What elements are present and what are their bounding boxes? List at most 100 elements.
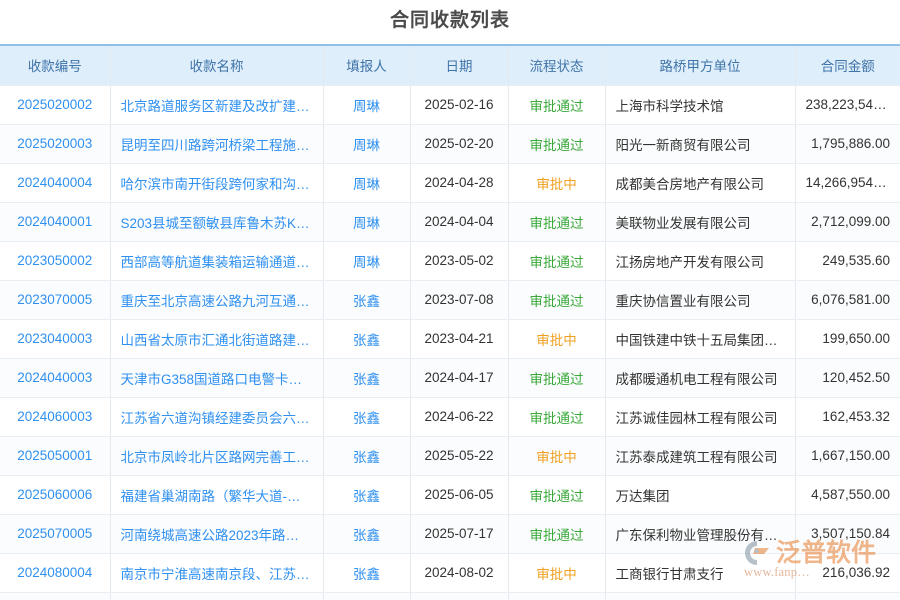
table-row[interactable]: 2024040004哈尔滨市南开街段跨何家和沟…周琳2024-04-28审批中成… — [0, 163, 900, 202]
status-badge: 审批通过 — [508, 592, 605, 600]
cell-code[interactable]: 2023040003 — [0, 319, 110, 358]
cell-code[interactable]: 2024080004 — [0, 553, 110, 592]
table-row[interactable]: 2025020003昆明至四川路跨河桥梁工程施…周琳2025-02-20审批通过… — [0, 124, 900, 163]
cell-name[interactable]: 昆明至四川路跨河桥梁工程施… — [110, 124, 323, 163]
cell-code[interactable]: 2024040001 — [0, 202, 110, 241]
table-row[interactable]: 2025070005河南绕城高速公路2023年路面…张鑫2025-07-17审批… — [0, 514, 900, 553]
cell-name[interactable]: 南京市宁淮高速南京段、江苏… — [110, 553, 323, 592]
cell-date: 2025-06-05 — [410, 475, 508, 514]
cell-party: 江苏泰成建筑工程有限公司 — [605, 436, 795, 475]
status-badge: 审批中 — [508, 163, 605, 202]
column-header-person[interactable]: 填报人 — [323, 46, 410, 85]
status-badge: 审批中 — [508, 553, 605, 592]
cell-person[interactable]: 张鑫 — [323, 358, 410, 397]
cell-amount: 14,266,954.67 — [795, 163, 900, 202]
cell-person[interactable]: 张鑫 — [323, 553, 410, 592]
cell-amount: 3,507,150.84 — [795, 514, 900, 553]
data-grid-container: 收款编号 收款名称 填报人 日期 流程状态 路桥甲方单位 合同金额 202502… — [0, 44, 900, 600]
cell-code[interactable]: 2024040003 — [0, 358, 110, 397]
cell-party: 天津应急管理局 — [605, 592, 795, 600]
table-row[interactable]: 2025050001北京市凤岭北片区路网完善工…张鑫2025-05-22审批中江… — [0, 436, 900, 475]
cell-person[interactable]: 周琳 — [323, 241, 410, 280]
cell-person[interactable]: 胡广生 — [323, 592, 410, 600]
cell-party: 中国铁建中铁十五局集团… — [605, 319, 795, 358]
cell-amount: 199,650.00 — [795, 319, 900, 358]
table-row[interactable]: 2024060003江苏省六道沟镇经建委员会六…张鑫2024-06-22审批通过… — [0, 397, 900, 436]
column-header-status[interactable]: 流程状态 — [508, 46, 605, 85]
cell-person[interactable]: 张鑫 — [323, 514, 410, 553]
cell-person[interactable]: 周琳 — [323, 163, 410, 202]
cell-name[interactable]: 天津市G358国道路口电警卡口… — [110, 358, 323, 397]
status-badge: 审批通过 — [508, 397, 605, 436]
table-row[interactable]: 2024040003天津市G358国道路口电警卡口…张鑫2024-04-17审批… — [0, 358, 900, 397]
cell-code[interactable]: 2024080004 — [0, 592, 110, 600]
cell-code[interactable]: 2024040004 — [0, 163, 110, 202]
cell-name[interactable]: S203县城至额敏县库鲁木苏K0… — [110, 202, 323, 241]
table-row[interactable]: 2024040001S203县城至额敏县库鲁木苏K0…周琳2024-04-04审… — [0, 202, 900, 241]
cell-party: 工商银行甘肃支行 — [605, 553, 795, 592]
cell-party: 重庆协信置业有限公司 — [605, 280, 795, 319]
cell-name[interactable]: 西部高等航道集装箱运输通道… — [110, 241, 323, 280]
cell-person[interactable]: 张鑫 — [323, 475, 410, 514]
page-title: 合同收款列表 — [0, 0, 900, 44]
cell-party: 江扬房地产开发有限公司 — [605, 241, 795, 280]
cell-code[interactable]: 2025050001 — [0, 436, 110, 475]
cell-person[interactable]: 张鑫 — [323, 436, 410, 475]
table-header: 收款编号 收款名称 填报人 日期 流程状态 路桥甲方单位 合同金额 — [0, 46, 900, 85]
cell-code[interactable]: 2023050002 — [0, 241, 110, 280]
cell-person[interactable]: 张鑫 — [323, 319, 410, 358]
cell-amount: 1,795,886.00 — [795, 124, 900, 163]
status-badge: 审批通过 — [508, 241, 605, 280]
cell-name[interactable]: 重庆至北京高速公路九河互通… — [110, 280, 323, 319]
cell-amount: 6,076,581.00 — [795, 280, 900, 319]
cell-code[interactable]: 2025060006 — [0, 475, 110, 514]
cell-party: 广东保利物业管理股份有… — [605, 514, 795, 553]
contract-receipt-list-page: 合同收款列表 收款编号 收款名称 填报人 日期 流程状态 路桥甲方单位 — [0, 0, 900, 600]
column-header-code[interactable]: 收款编号 — [0, 46, 110, 85]
cell-date: 2023-04-21 — [410, 319, 508, 358]
cell-name[interactable]: 哈尔滨市南开街段跨何家和沟… — [110, 163, 323, 202]
cell-person[interactable]: 周琳 — [323, 124, 410, 163]
cell-party: 成都暖通机电工程有限公司 — [605, 358, 795, 397]
cell-amount: 2,712,099.00 — [795, 202, 900, 241]
cell-person[interactable]: 周琳 — [323, 202, 410, 241]
status-badge: 审批通过 — [508, 85, 605, 124]
table-row[interactable]: 2025020002北京路道服务区新建及改扩建…周琳2025-02-16审批通过… — [0, 85, 900, 124]
cell-name[interactable]: 福建省巢湖南路（繁华大道-锦… — [110, 475, 323, 514]
status-badge: 审批通过 — [508, 280, 605, 319]
cell-name[interactable]: 北京市凤岭北片区路网完善工… — [110, 436, 323, 475]
cell-name[interactable]: 江苏省六道沟镇经建委员会六… — [110, 397, 323, 436]
table-row[interactable]: 2024080004南京市宁淮高速南京段、江苏…张鑫2024-08-02审批中工… — [0, 553, 900, 592]
cell-party: 上海市科学技术馆 — [605, 85, 795, 124]
table-row[interactable]: 2023040003山西省太原市汇通北街道路建…张鑫2023-04-21审批中中… — [0, 319, 900, 358]
cell-name[interactable]: 北京路道服务区新建及改扩建… — [110, 85, 323, 124]
table-row[interactable]: 2024080004328国道城东至温峤段公路扩建…胡广生2024-08-07审… — [0, 592, 900, 600]
column-header-date[interactable]: 日期 — [410, 46, 508, 85]
cell-date: 2025-05-22 — [410, 436, 508, 475]
cell-person[interactable]: 周琳 — [323, 85, 410, 124]
table-row[interactable]: 2023050002西部高等航道集装箱运输通道…周琳2023-05-02审批通过… — [0, 241, 900, 280]
cell-name[interactable]: 山西省太原市汇通北街道路建… — [110, 319, 323, 358]
column-header-amount[interactable]: 合同金额 — [795, 46, 900, 85]
cell-person[interactable]: 张鑫 — [323, 397, 410, 436]
cell-party: 江苏诚佳园林工程有限公司 — [605, 397, 795, 436]
cell-amount: 216,036.92 — [795, 553, 900, 592]
cell-date: 2023-07-08 — [410, 280, 508, 319]
table-row[interactable]: 2025060006福建省巢湖南路（繁华大道-锦…张鑫2025-06-05审批通… — [0, 475, 900, 514]
cell-code[interactable]: 2024060003 — [0, 397, 110, 436]
table-row[interactable]: 2023070005重庆至北京高速公路九河互通…张鑫2023-07-08审批通过… — [0, 280, 900, 319]
status-badge: 审批中 — [508, 436, 605, 475]
cell-name[interactable]: 河南绕城高速公路2023年路面… — [110, 514, 323, 553]
cell-code[interactable]: 2023070005 — [0, 280, 110, 319]
cell-name[interactable]: 328国道城东至温峤段公路扩建… — [110, 592, 323, 600]
column-header-party[interactable]: 路桥甲方单位 — [605, 46, 795, 85]
contract-receipt-table: 收款编号 收款名称 填报人 日期 流程状态 路桥甲方单位 合同金额 202502… — [0, 46, 900, 600]
table-header-row: 收款编号 收款名称 填报人 日期 流程状态 路桥甲方单位 合同金额 — [0, 46, 900, 85]
column-header-name[interactable]: 收款名称 — [110, 46, 323, 85]
cell-code[interactable]: 2025020003 — [0, 124, 110, 163]
cell-date: 2024-08-07 — [410, 592, 508, 600]
cell-person[interactable]: 张鑫 — [323, 280, 410, 319]
cell-code[interactable]: 2025070005 — [0, 514, 110, 553]
cell-code[interactable]: 2025020002 — [0, 85, 110, 124]
cell-party: 万达集团 — [605, 475, 795, 514]
